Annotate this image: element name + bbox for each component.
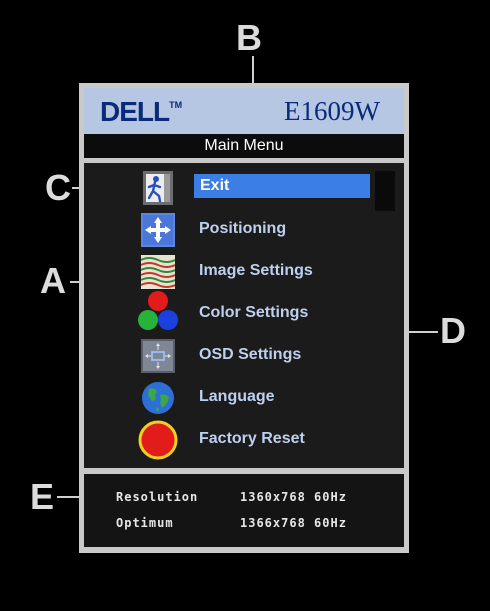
menu-item-label: Color Settings: [199, 304, 309, 321]
callout-c: C: [45, 167, 71, 208]
image-settings-icon: [140, 255, 176, 289]
menu-item-label: Exit: [194, 174, 370, 198]
menu-item-positioning[interactable]: Positioning: [84, 210, 404, 250]
factory-reset-icon: [138, 420, 178, 460]
menu-item-osd-settings[interactable]: OSD Settings: [84, 336, 404, 376]
menu-title: Main Menu: [84, 134, 404, 158]
resolution-value: 1360x768 60Hz: [240, 490, 347, 504]
menu-item-label: Positioning: [199, 220, 287, 237]
dell-logo: DELLTM: [100, 96, 182, 128]
optimum-value: 1366x768 60Hz: [240, 516, 347, 530]
optimum-label: Optimum: [116, 516, 174, 530]
trademark: TM: [169, 100, 183, 110]
menu-item-language[interactable]: Language: [84, 378, 404, 418]
osd-window: DELLTM E1609W Main Menu Exit Positioning…: [79, 83, 409, 553]
optimum-row: Optimum 1366x768 60Hz: [116, 516, 346, 530]
language-globe-icon: [141, 381, 175, 415]
color-settings-icon: [137, 290, 179, 332]
menu-scrollbar[interactable]: [375, 171, 395, 461]
info-footer: Resolution 1360x768 60Hz Optimum 1366x76…: [84, 474, 404, 547]
menu-item-label: Language: [199, 388, 275, 405]
menu-item-label: Factory Reset: [199, 430, 305, 447]
menu-item-label: OSD Settings: [199, 346, 302, 363]
callout-b: B: [236, 17, 262, 58]
menu-item-image-settings[interactable]: Image Settings: [84, 252, 404, 292]
osd-settings-icon: [141, 339, 175, 373]
menu-item-label: Image Settings: [199, 262, 313, 279]
exit-icon: [143, 171, 173, 205]
menu-scrollbar-thumb[interactable]: [375, 171, 395, 211]
menu-item-color-settings[interactable]: Color Settings: [84, 291, 404, 334]
callout-e: E: [30, 476, 55, 517]
callout-d: D: [440, 310, 466, 351]
osd-header: DELLTM E1609W: [84, 88, 404, 134]
menu-body: Exit Positioning Image Settings Color Se…: [84, 163, 404, 468]
menu-item-exit[interactable]: Exit: [84, 168, 404, 208]
brand-text: DELL: [100, 96, 170, 127]
menu-item-factory-reset[interactable]: Factory Reset: [84, 420, 404, 460]
resolution-row: Resolution 1360x768 60Hz: [116, 490, 346, 504]
resolution-label: Resolution: [116, 490, 199, 504]
callout-a: A: [40, 260, 66, 301]
positioning-icon: [141, 213, 175, 247]
model-name: E1609W: [284, 96, 380, 126]
